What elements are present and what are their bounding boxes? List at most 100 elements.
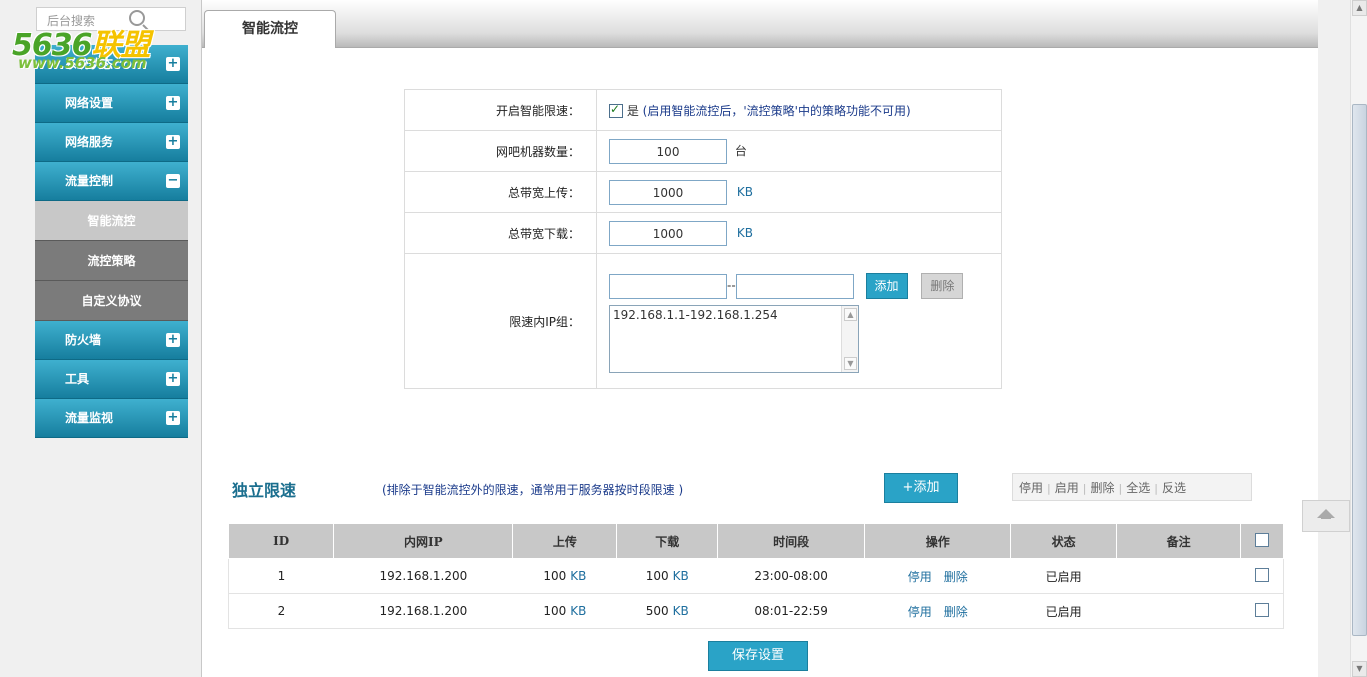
ip-list-textarea[interactable]: 192.168.1.1-192.168.1.254 ▲ ▼ bbox=[609, 305, 859, 373]
cell-select bbox=[1240, 558, 1284, 594]
submenu-item-smart-control[interactable]: 智能流控 bbox=[35, 201, 188, 241]
menu-item-traffic-monitor[interactable]: 流量监视 + bbox=[35, 399, 188, 438]
col-ip: 内网IP bbox=[333, 523, 514, 559]
cell-ip: 192.168.1.200 bbox=[333, 593, 513, 629]
scrollbar-thumb[interactable] bbox=[1352, 104, 1367, 636]
menu-item-label: 工具 bbox=[65, 372, 90, 386]
col-download: 下载 bbox=[616, 523, 719, 559]
table-row: 2 192.168.1.200 100 KB 500 KB 08:01-22:59 … bbox=[227, 593, 1284, 629]
menu-item-firewall[interactable]: 防火墙 + bbox=[35, 321, 188, 360]
cell-download: 500 KB bbox=[616, 593, 718, 629]
cell-id: 2 bbox=[227, 593, 334, 629]
submenu-item-control-policy[interactable]: 流控策略 bbox=[35, 241, 188, 281]
ip-start-input[interactable] bbox=[609, 273, 727, 299]
cell-download: 100 KB bbox=[616, 558, 718, 594]
scroll-up-icon[interactable]: ▲ bbox=[844, 308, 857, 321]
row-delete-link[interactable]: 删除 bbox=[944, 570, 968, 584]
expand-plus-icon[interactable]: + bbox=[166, 96, 180, 110]
machines-label: 网吧机器数量： bbox=[404, 130, 597, 172]
row-checkbox[interactable] bbox=[1254, 567, 1269, 582]
back-to-top-button[interactable] bbox=[1302, 500, 1350, 532]
scroll-down-icon[interactable]: ▼ bbox=[1352, 661, 1367, 677]
ip-add-button[interactable]: 添加 bbox=[865, 273, 908, 299]
collapse-minus-icon[interactable]: − bbox=[166, 174, 180, 188]
enable-label: 开启智能限速： bbox=[404, 89, 597, 131]
row-disable-link[interactable]: 停用 bbox=[908, 605, 932, 619]
select-all-button[interactable]: 全选 bbox=[1126, 481, 1150, 495]
bulk-delete-button[interactable]: 删除 bbox=[1090, 481, 1114, 495]
right-gutter bbox=[1318, 0, 1350, 677]
machines-input[interactable]: 100 bbox=[609, 138, 727, 164]
download-value: 500 bbox=[645, 604, 669, 618]
col-time: 时间段 bbox=[717, 523, 866, 559]
ip-list-value: 192.168.1.1-192.168.1.254 bbox=[613, 308, 778, 322]
menu-item-network-services[interactable]: 网络服务 + bbox=[35, 123, 188, 162]
save-settings-button[interactable]: 保存设置 bbox=[708, 641, 808, 671]
menu-item-label: 网络服务 bbox=[65, 135, 114, 149]
nav-menu: 系统状态 + 网络设置 + 网络服务 + 流量控制 − 智能流控 流控策略 自定… bbox=[35, 45, 188, 438]
textarea-scrollbar[interactable]: ▲ ▼ bbox=[841, 306, 858, 372]
download-value: 100 bbox=[645, 569, 669, 583]
upload-unit: KB bbox=[570, 569, 587, 583]
expand-plus-icon[interactable]: + bbox=[166, 411, 180, 425]
independent-limit-title: 独立限速 bbox=[232, 481, 297, 500]
upload-unit: KB bbox=[570, 604, 587, 618]
download-input[interactable]: 1000 bbox=[609, 220, 727, 246]
cell-status: 已启用 bbox=[1010, 558, 1117, 594]
download-unit: KB bbox=[672, 604, 689, 618]
download-label: 总带宽下载： bbox=[404, 212, 597, 254]
sidebar: 后台搜索 系统状态 + 网络设置 + 网络服务 + 流量控制 − 智能流控 流控… bbox=[0, 0, 200, 677]
select-all-checkbox[interactable] bbox=[1255, 532, 1270, 547]
bulk-enable-button[interactable]: 启用 bbox=[1055, 481, 1079, 495]
cell-operation: 停用 删除 bbox=[864, 558, 1011, 594]
menu-item-label: 防火墙 bbox=[65, 333, 102, 347]
cell-upload: 100 KB bbox=[512, 558, 617, 594]
ipgroup-label: 限速内IP组： bbox=[404, 253, 597, 389]
expand-plus-icon[interactable]: + bbox=[166, 57, 180, 71]
menu-item-label: 流量监视 bbox=[65, 411, 114, 425]
tab-bar: 智能流控 bbox=[202, 0, 1318, 48]
menu-item-traffic-control[interactable]: 流量控制 − bbox=[35, 162, 188, 201]
page-scrollbar[interactable]: ▲ ▼ bbox=[1350, 0, 1367, 677]
ip-end-input[interactable] bbox=[735, 273, 854, 299]
row-disable-link[interactable]: 停用 bbox=[908, 570, 932, 584]
expand-plus-icon[interactable]: + bbox=[166, 372, 180, 386]
scroll-down-icon[interactable]: ▼ bbox=[844, 357, 857, 370]
independent-limit-table: ID 内网IP 上传 下载 时间段 操作 状态 备注 1 192.168.1.2… bbox=[227, 523, 1284, 629]
upload-value: 100 bbox=[543, 569, 567, 583]
enable-checkbox[interactable] bbox=[609, 102, 623, 118]
menu-item-label: 网络设置 bbox=[65, 96, 114, 110]
tab-smart-control[interactable]: 智能流控 bbox=[204, 10, 336, 48]
col-operation: 操作 bbox=[864, 523, 1012, 559]
upload-label: 总带宽上传： bbox=[404, 171, 597, 213]
scroll-up-icon[interactable]: ▲ bbox=[1352, 0, 1367, 16]
logo: 5636联盟 www.5636.com bbox=[12, 20, 151, 72]
arrow-up-stem bbox=[1321, 515, 1331, 519]
upload-unit: KB bbox=[736, 184, 753, 199]
cell-operation: 停用 删除 bbox=[864, 593, 1011, 629]
submenu-item-custom-protocol[interactable]: 自定义协议 bbox=[35, 281, 188, 321]
download-unit: KB bbox=[736, 225, 753, 240]
enable-hint: (启用智能流控后，'流控策略'中的策略功能不可用) bbox=[642, 103, 911, 118]
menu-item-tools[interactable]: 工具 + bbox=[35, 360, 188, 399]
col-upload: 上传 bbox=[512, 523, 618, 559]
menu-item-label: 流量控制 bbox=[65, 174, 114, 188]
expand-plus-icon[interactable]: + bbox=[166, 135, 180, 149]
cell-time: 23:00-08:00 bbox=[717, 558, 865, 594]
row-checkbox[interactable] bbox=[1254, 602, 1269, 617]
invert-selection-button[interactable]: 反选 bbox=[1162, 481, 1186, 495]
row-delete-link[interactable]: 删除 bbox=[944, 605, 968, 619]
cell-id: 1 bbox=[227, 558, 334, 594]
independent-add-button[interactable]: +添加 bbox=[884, 473, 958, 503]
menu-item-network-settings[interactable]: 网络设置 + bbox=[35, 84, 188, 123]
upload-value: 100 bbox=[543, 604, 567, 618]
ip-delete-button[interactable]: 删除 bbox=[921, 273, 964, 299]
main-panel: 智能流控 开启智能限速： 是 (启用智能流控后，'流控策略'中的策略功能不可用)… bbox=[201, 0, 1319, 677]
upload-input[interactable]: 1000 bbox=[609, 179, 727, 205]
col-note: 备注 bbox=[1115, 523, 1242, 559]
bulk-disable-button[interactable]: 停用 bbox=[1019, 481, 1043, 495]
expand-plus-icon[interactable]: + bbox=[166, 333, 180, 347]
col-id: ID bbox=[227, 523, 335, 559]
machines-unit: 台 bbox=[734, 143, 747, 158]
col-select bbox=[1240, 523, 1284, 559]
